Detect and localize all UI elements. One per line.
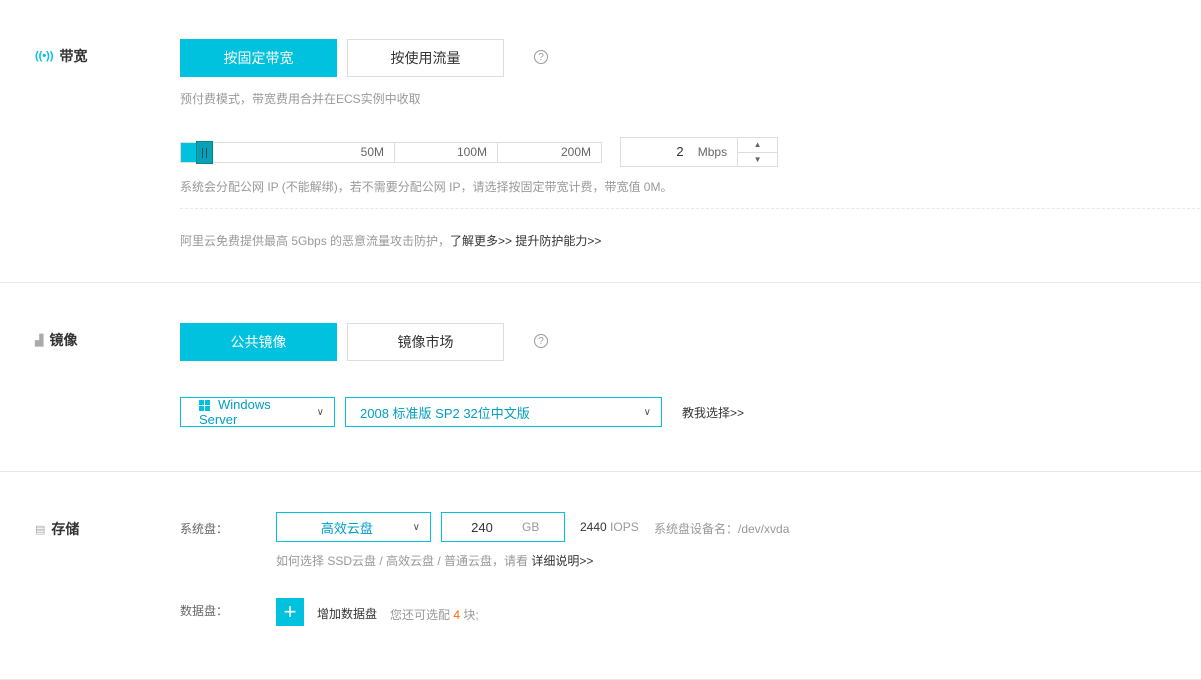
- disk-size-input[interactable]: 240 GB: [441, 512, 565, 542]
- tab-public-image[interactable]: 公共镜像: [180, 323, 337, 361]
- bandwidth-title: ((•)) 带宽: [35, 48, 88, 64]
- slider-tick-200m: 200M: [560, 145, 591, 159]
- add-disk-button[interactable]: +: [276, 598, 304, 626]
- help-icon[interactable]: ?: [534, 50, 548, 64]
- bandwidth-slider[interactable]: 50M 100M 200M: [180, 141, 602, 164]
- slider-handle[interactable]: [196, 141, 213, 164]
- decrement-icon[interactable]: ▼: [738, 153, 777, 167]
- bandwidth-value[interactable]: 2: [621, 138, 688, 166]
- chevron-down-icon: ∨: [643, 406, 651, 418]
- help-choose-link[interactable]: 教我选择>>: [682, 404, 744, 421]
- version-select[interactable]: 2008 标准版 SP2 32位中文版 ∨: [345, 397, 662, 427]
- bandwidth-section: ((•)) 带宽 按固定带宽 按使用流量 ? 预付费模式，带宽费用合并在ECS实…: [0, 0, 1201, 283]
- add-disk-label[interactable]: 增加数据盘: [317, 605, 377, 622]
- remaining-disks: 您还可选配 4 块;: [390, 608, 479, 622]
- slider-tick-100m: 100M: [395, 143, 498, 162]
- chevron-down-icon: ∨: [316, 406, 324, 418]
- device-name: 系统盘设备名：/dev/xvda: [654, 522, 790, 536]
- billing-mode-note: 预付费模式，带宽费用合并在ECS实例中收取: [180, 92, 421, 106]
- remaining-count: 4: [453, 608, 461, 622]
- ddos-note: 阿里云免费提供最高 5Gbps 的恶意流量攻击防护，了解更多>> 提升防护能力>…: [180, 234, 602, 248]
- bandwidth-input[interactable]: 2 Mbps ▲ ▼: [620, 137, 778, 167]
- public-ip-note: 系统会分配公网 IP (不能解绑)，若不需要分配公网 IP，请选择按固定带宽计费…: [180, 180, 673, 194]
- upgrade-protection-link[interactable]: 提升防护能力>>: [515, 234, 601, 248]
- image-icon: ▟: [35, 334, 44, 347]
- tab-fixed-bandwidth[interactable]: 按固定带宽: [180, 39, 337, 77]
- increment-icon[interactable]: ▲: [738, 138, 777, 153]
- disk-type-select[interactable]: 高效云盘 ∨: [276, 512, 431, 542]
- data-disk-label: 数据盘：: [180, 604, 229, 618]
- storage-title: ▤ 存储: [35, 521, 80, 537]
- chevron-down-icon: ∨: [412, 521, 420, 533]
- image-section: ▟ 镜像 公共镜像 镜像市场 ? Windows Server ∨ 2008 标…: [0, 283, 1201, 472]
- disk-icon: ▤: [35, 523, 46, 536]
- iops-readout: 2440 IOPS: [580, 520, 639, 534]
- bandwidth-unit: Mbps: [697, 145, 728, 159]
- help-icon[interactable]: ?: [534, 334, 548, 348]
- system-disk-label: 系统盘：: [180, 522, 229, 536]
- image-title: ▟ 镜像: [35, 332, 78, 348]
- bandwidth-stepper[interactable]: ▲ ▼: [737, 138, 777, 166]
- learn-more-link[interactable]: 了解更多>>: [450, 234, 512, 248]
- disk-choice-note: 如何选择 SSD云盘 / 高效云盘 / 普通云盘，请看 详细说明>>: [276, 554, 594, 568]
- storage-section: ▤ 存储 系统盘： 高效云盘 ∨ 240 GB 2440 IOPS 系统盘设备名…: [0, 472, 1201, 680]
- detail-link[interactable]: 详细说明>>: [531, 554, 593, 568]
- windows-icon: [199, 400, 210, 412]
- plus-icon: +: [283, 599, 297, 624]
- signal-icon: ((•)): [35, 50, 54, 62]
- slider-tick-50m: 50M: [181, 143, 395, 162]
- tab-pay-by-traffic[interactable]: 按使用流量: [347, 39, 504, 77]
- divider: [180, 208, 1200, 209]
- os-select[interactable]: Windows Server ∨: [180, 397, 335, 427]
- tab-image-market[interactable]: 镜像市场: [347, 323, 504, 361]
